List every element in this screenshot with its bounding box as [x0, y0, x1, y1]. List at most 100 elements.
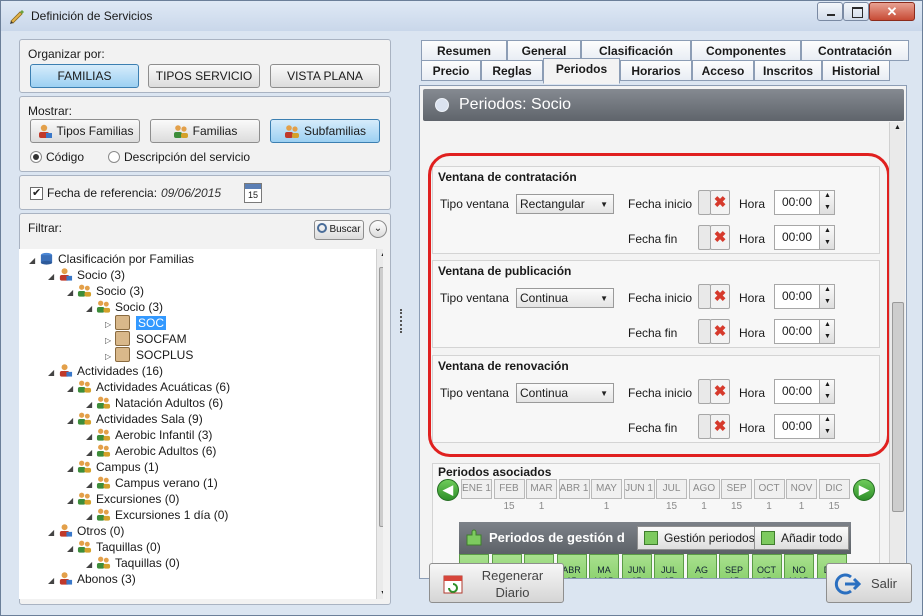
tree-row[interactable]: ◢ Actividades Acuáticas (6): [67, 379, 230, 395]
close-button[interactable]: ✕: [869, 2, 915, 21]
tab-acceso[interactable]: Acceso: [692, 60, 754, 81]
tab-componentes[interactable]: Componentes: [691, 40, 801, 61]
tree-row[interactable]: ◢ Abonos (3): [48, 571, 136, 587]
month-button[interactable]: SEP 15: [721, 479, 752, 512]
gestion-periodos-button[interactable]: Gestión periodos: [637, 526, 762, 550]
month-button[interactable]: MAR 1: [526, 479, 557, 512]
periodo-cell[interactable]: JUN15: [621, 554, 652, 578]
collapse-icon[interactable]: ◢: [67, 541, 77, 557]
hora-input[interactable]: 00:00: [774, 284, 820, 309]
hora-spinner[interactable]: [819, 225, 835, 250]
month-button[interactable]: AGO 1: [688, 479, 720, 512]
collapse-icon[interactable]: ◢: [48, 573, 58, 589]
tipos-familias-button[interactable]: Tipos Familias: [30, 119, 140, 143]
month-button[interactable]: OCT 1: [753, 479, 785, 512]
hora-input[interactable]: 00:00: [774, 190, 820, 215]
fecha-ref-input[interactable]: 09/06/2015: [161, 186, 221, 200]
tree-row[interactable]: ◢ Clasificación por Familias: [29, 251, 194, 267]
clear-icon[interactable]: ✖: [710, 319, 730, 344]
collapse-icon[interactable]: ◢: [29, 253, 39, 269]
clear-icon[interactable]: ✖: [710, 414, 730, 439]
salir-button[interactable]: Salir: [826, 563, 912, 603]
familias-button[interactable]: FAMILIAS: [30, 64, 139, 88]
tree-row[interactable]: ◢ Taquillas (0): [67, 539, 161, 555]
pane-splitter[interactable]: [398, 31, 406, 609]
tree-row[interactable]: ◢ Socio (3): [86, 299, 163, 315]
scroll-thumb[interactable]: [379, 267, 383, 527]
tab-horarios[interactable]: Horarios: [620, 60, 692, 81]
tree-row[interactable]: ◢ Taquillas (0): [86, 555, 180, 571]
month-button[interactable]: JUL 15: [656, 479, 687, 512]
clear-icon[interactable]: ✖: [710, 225, 730, 250]
codigo-radio[interactable]: [30, 151, 42, 163]
clear-icon[interactable]: ✖: [710, 190, 730, 215]
hora-spinner[interactable]: [819, 379, 835, 404]
tab-inscritos[interactable]: Inscritos: [754, 60, 822, 81]
month-button[interactable]: JUN 1: [623, 479, 655, 499]
tree-row[interactable]: ◢ Natación Adultos (6): [86, 395, 223, 411]
tree-row[interactable]: ◢ Socio (3): [67, 283, 144, 299]
hora-spinner[interactable]: [819, 190, 835, 215]
hora-input[interactable]: 00:00: [774, 414, 820, 439]
month-button[interactable]: ABR 1: [558, 479, 590, 499]
tab-historial[interactable]: Historial: [822, 60, 890, 81]
tree-row[interactable]: ◢ Campus (1): [67, 459, 159, 475]
hora-spinner[interactable]: [819, 319, 835, 344]
tab-precio[interactable]: Precio: [421, 60, 481, 81]
hora-spinner[interactable]: [819, 284, 835, 309]
minimize-button[interactable]: [817, 2, 843, 21]
collapse-icon[interactable]: ◢: [67, 413, 77, 429]
clear-icon[interactable]: ✖: [710, 379, 730, 404]
familias-filter-button[interactable]: Familias: [150, 119, 260, 143]
periodo-cell[interactable]: MAY 15: [589, 554, 619, 578]
month-button[interactable]: MAY 1: [591, 479, 622, 512]
tipo-ventana-select[interactable]: Continua: [516, 383, 614, 403]
subfamilias-button[interactable]: Subfamilias: [270, 119, 380, 143]
periodo-cell[interactable]: JUL15: [654, 554, 684, 578]
descripcion-radio[interactable]: [108, 151, 120, 163]
tree-row[interactable]: ◢ Excursiones (0): [67, 491, 179, 507]
scroll-thumb[interactable]: [892, 302, 904, 512]
tab-resumen[interactable]: Resumen: [421, 40, 507, 61]
collapse-icon[interactable]: ◢: [67, 381, 77, 397]
periodo-cell[interactable]: AGO: [686, 554, 717, 578]
tree-row[interactable]: ◢ Otros (0): [48, 523, 124, 539]
collapse-icon[interactable]: ◢: [67, 285, 77, 301]
chevron-down-icon[interactable]: ⌄: [369, 220, 387, 238]
tree-scrollbar[interactable]: ▲ ▼: [376, 249, 383, 599]
calendar-icon[interactable]: 15: [244, 183, 262, 203]
clear-icon[interactable]: ✖: [710, 284, 730, 309]
tab-reglas[interactable]: Reglas: [481, 60, 543, 81]
tree-row[interactable]: ◢ Aerobic Adultos (6): [86, 443, 216, 459]
tab-contratación[interactable]: Contratación: [801, 40, 909, 61]
month-button[interactable]: ENE 1: [461, 479, 492, 499]
anadir-todo-button[interactable]: Añadir todo: [754, 526, 850, 550]
content-scrollbar[interactable]: ▲ ▼: [889, 122, 905, 578]
tree-row[interactable]: ◢ Excursiones 1 día (0): [86, 507, 228, 523]
tipo-ventana-select[interactable]: Continua: [516, 288, 614, 308]
tree-row[interactable]: ◢ Actividades Sala (9): [67, 411, 203, 427]
collapse-icon[interactable]: ◢: [48, 269, 58, 285]
buscar-button[interactable]: Buscar: [314, 220, 364, 240]
hora-input[interactable]: 00:00: [774, 319, 820, 344]
tipo-ventana-select[interactable]: Rectangular: [516, 194, 614, 214]
vista-plana-button[interactable]: VISTA PLANA: [270, 64, 380, 88]
maximize-button[interactable]: [843, 2, 869, 21]
periodo-cell[interactable]: OCT15: [751, 554, 782, 578]
collapse-icon[interactable]: ◢: [67, 493, 77, 509]
hora-input[interactable]: 00:00: [774, 225, 820, 250]
periodo-cell[interactable]: NOV 15: [784, 554, 814, 578]
tree-row[interactable]: ▷ SOCPLUS: [105, 347, 193, 363]
tipos-servicio-button[interactable]: TIPOS SERVICIO: [148, 64, 260, 88]
scroll-up-icon[interactable]: ▲: [894, 124, 901, 131]
hora-spinner[interactable]: [819, 414, 835, 439]
collapse-icon[interactable]: ◢: [86, 301, 96, 317]
tree-row[interactable]: ▷ SOCFAM: [105, 331, 187, 347]
tree-row[interactable]: ◢ Actividades (16): [48, 363, 163, 379]
prev-arrow-icon[interactable]: ◀: [437, 479, 459, 501]
month-button[interactable]: NOV 1: [786, 479, 817, 512]
month-button[interactable]: DIC 15: [818, 479, 850, 512]
collapse-icon[interactable]: ◢: [67, 461, 77, 477]
tree-row[interactable]: ◢ Socio (3): [48, 267, 125, 283]
fecha-ref-checkbox[interactable]: [30, 186, 43, 200]
